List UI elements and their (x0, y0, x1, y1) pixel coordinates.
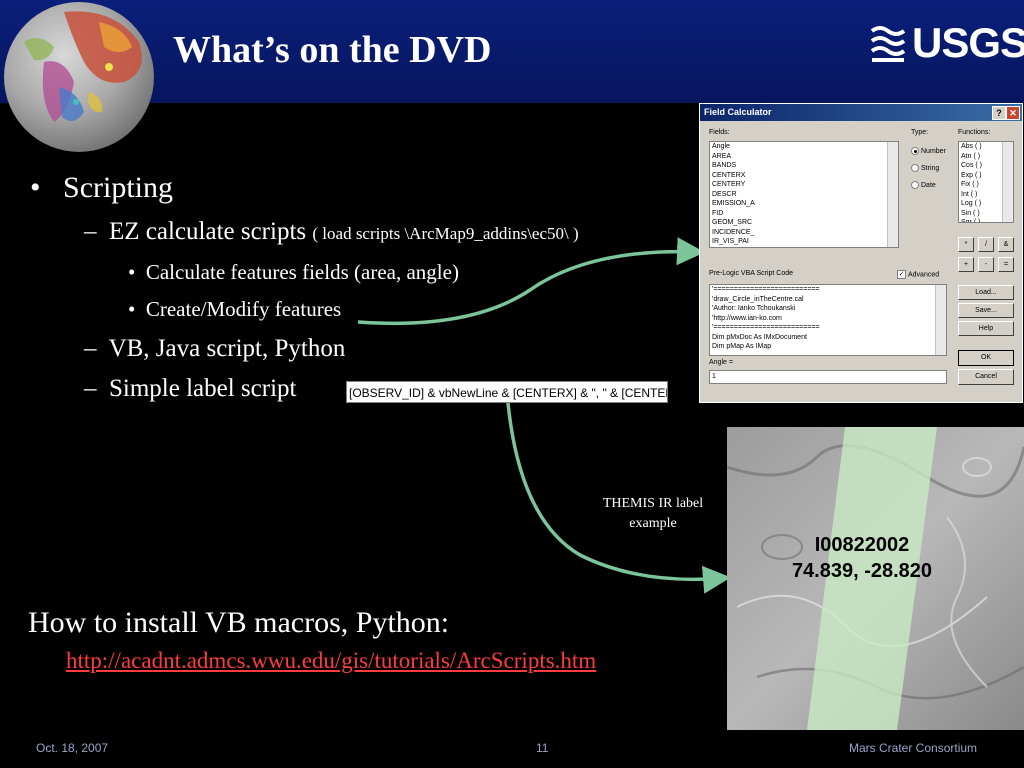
save-button[interactable]: Save... (958, 303, 1014, 318)
type-date-label: Date (921, 181, 936, 189)
field-list-item[interactable]: DESCR (712, 190, 898, 200)
field-calculator-dialog: Field Calculator ? ✕ Fields: Angle AREA BA… (699, 103, 1023, 403)
dialog-title: Field Calculator (704, 107, 772, 117)
operator-button[interactable]: = (998, 257, 1014, 272)
map-caption: THEMIS IR label example (584, 494, 722, 534)
caption-line-2: example (629, 516, 677, 531)
caption-line-1: THEMIS IR label (602, 496, 704, 511)
field-list-item[interactable]: IR_VIS_PAI (712, 237, 898, 247)
expression-input[interactable]: 1 (709, 370, 947, 384)
operator-button[interactable]: - (978, 257, 994, 272)
operator-button[interactable]: * (958, 237, 974, 252)
field-list-item[interactable]: GEOM_SRC (712, 218, 898, 228)
functions-scrollbar[interactable] (1002, 142, 1013, 222)
fields-list: Angle AREA BANDS CENTERX CENTERY DESCR EMISSIO… (712, 142, 898, 247)
code-line[interactable]: '========================== (712, 323, 946, 333)
cancel-button[interactable]: Cancel (958, 369, 1014, 385)
functions-listbox[interactable]: Abs ( ) Atn ( ) Cos ( ) Exp ( ) Fix ( ) Int (… (958, 141, 1014, 223)
operator-button[interactable]: & (998, 237, 1014, 252)
fields-scrollbar[interactable] (887, 142, 898, 247)
ok-button[interactable]: OK (958, 350, 1014, 366)
code-line[interactable]: Dim pMxDoc As IMxDocument (712, 333, 946, 343)
vba-code-editor[interactable]: '=========================='draw_Circle_… (709, 284, 947, 356)
install-heading: How to install VB macros, Python: (28, 606, 450, 639)
code-line[interactable]: 'http://www.ian-ko.com (712, 314, 946, 324)
code-scrollbar[interactable] (935, 285, 946, 355)
radio-icon (911, 164, 919, 172)
fields-label: Fields: (709, 129, 730, 136)
help-button[interactable]: Help (958, 321, 1014, 336)
code-line[interactable]: 'draw_Circle_inTheCentre.cal (712, 295, 946, 305)
type-radio-number[interactable]: Number (911, 147, 946, 155)
arcscripts-link[interactable]: http://acadnt.admcs.wwu.edu/gis/tutorial… (66, 648, 596, 674)
advanced-checkbox[interactable]: ✓ Advanced (897, 270, 939, 279)
field-list-item[interactable]: CENTERY (712, 180, 898, 190)
field-list-item[interactable]: INCIDENCE_ (712, 228, 898, 238)
arrow-to-map (506, 402, 731, 594)
fields-listbox[interactable]: Angle AREA BANDS CENTERX CENTERY DESCR EMISSIO… (709, 141, 899, 248)
radio-icon (911, 181, 919, 189)
code-line[interactable]: '========================== (712, 285, 946, 295)
advanced-label: Advanced (908, 271, 940, 279)
field-list-item[interactable]: EMISSION_A (712, 199, 898, 209)
close-button[interactable]: ✕ (1006, 106, 1020, 120)
load-button[interactable]: Load... (958, 285, 1014, 300)
field-list-item[interactable]: BANDS (712, 161, 898, 171)
footer-date: Oct. 18, 2007 (36, 741, 109, 755)
field-list-item[interactable]: AREA (712, 152, 898, 162)
operator-button[interactable]: + (958, 257, 974, 272)
map-label-line-1: I00822002 (814, 534, 910, 556)
code-lines: '=========================='draw_Circle_… (712, 285, 946, 352)
type-string-label: String (921, 164, 940, 172)
code-line[interactable]: 'Author: Ianko Tchoukanski (712, 304, 946, 314)
type-number-label: Number (921, 147, 946, 155)
field-list-item[interactable]: CENTERX (712, 171, 898, 181)
functions-label: Functions: (958, 129, 991, 136)
code-line[interactable]: Dim pMap As IMap (712, 342, 946, 352)
help-title-button[interactable]: ? (992, 106, 1006, 120)
angle-label: Angle = (709, 359, 733, 366)
type-radio-date[interactable]: Date (911, 181, 936, 189)
radio-icon (911, 147, 919, 155)
type-radio-string[interactable]: String (911, 164, 939, 172)
dialog-titlebar: Field Calculator ? ✕ (700, 104, 1022, 121)
map-label-line-2: 74.839, -28.820 (791, 560, 933, 582)
field-list-item[interactable]: Angle (712, 142, 898, 152)
vba-label: Pre-Logic VBA Script Code (709, 270, 794, 277)
footer-page-number: 11 (536, 741, 549, 755)
arrow-to-dialog (357, 237, 705, 326)
field-list-item[interactable]: FID (712, 209, 898, 219)
type-label: Type: (911, 129, 929, 136)
operator-button[interactable]: / (978, 237, 994, 252)
checkbox-icon: ✓ (897, 270, 906, 279)
footer-organization: Mars Crater Consortium (849, 741, 978, 755)
